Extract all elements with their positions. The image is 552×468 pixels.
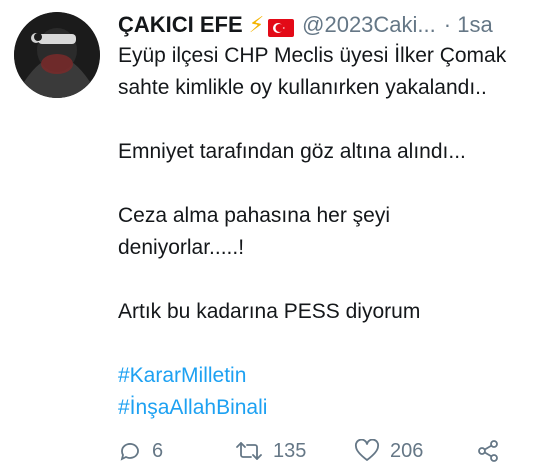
- tweet-line: Ceza alma pahasına her şeyi: [118, 204, 390, 227]
- retweet-button[interactable]: 135: [235, 439, 306, 463]
- retweet-count: 135: [273, 439, 307, 462]
- heart-icon: [354, 439, 380, 463]
- time-separator: ·: [443, 12, 452, 37]
- like-button[interactable]: 206: [354, 439, 423, 463]
- tweet-line: Artık bu kadarına PESS diyorum: [118, 300, 421, 323]
- reply-button[interactable]: 6: [118, 439, 163, 463]
- turkish-flag-icon: [268, 17, 295, 37]
- hashtag-link[interactable]: #KararMilletin: [118, 364, 246, 387]
- tweet-header: ÇAKICI EFE ⚡ @2023Caki... · 1sa: [118, 10, 552, 40]
- author-handle[interactable]: @2023Caki...: [302, 12, 436, 38]
- tweet-actions: 6 135 206: [118, 436, 538, 466]
- tweet-line: Eyüp ilçesi CHP Meclis üyesi İlker Çomak: [118, 44, 507, 67]
- high-voltage-icon: ⚡: [248, 12, 265, 37]
- share-button[interactable]: [476, 439, 500, 463]
- tweet-line: deniyorlar.....!: [118, 236, 245, 259]
- tweet-time[interactable]: · 1sa: [444, 12, 493, 38]
- tweet-text: Eyüp ilçesi CHP Meclis üyesi İlker Çomak…: [118, 40, 552, 424]
- avatar[interactable]: [14, 12, 100, 98]
- retweet-icon: [235, 439, 263, 463]
- timestamp: 1sa: [457, 12, 493, 37]
- tweet-line: sahte kimlikle oy kullanırken yakalandı.…: [118, 76, 487, 99]
- reply-count: 6: [152, 439, 164, 462]
- share-icon: [476, 439, 500, 463]
- like-count: 206: [390, 439, 424, 462]
- tweet-line: Emniyet tarafından göz altına alındı...: [118, 140, 466, 163]
- hashtag-link[interactable]: #İnşaAllahBinali: [118, 396, 267, 419]
- author-name[interactable]: ÇAKICI EFE: [118, 12, 243, 38]
- reply-icon: [118, 439, 142, 463]
